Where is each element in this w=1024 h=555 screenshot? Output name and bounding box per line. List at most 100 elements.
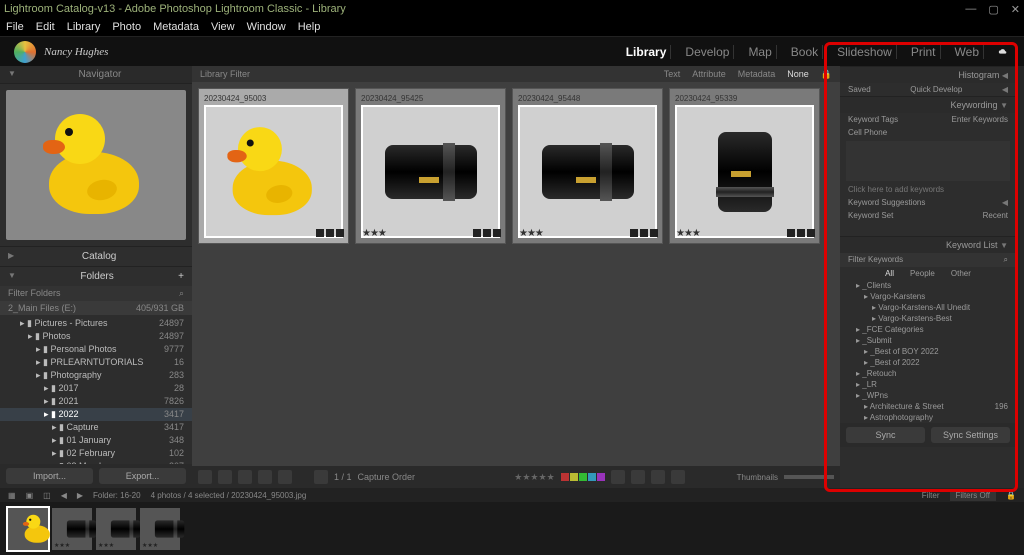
badge-icon[interactable] xyxy=(630,229,638,237)
menu-metadata[interactable]: Metadata xyxy=(153,21,199,33)
filter-none[interactable]: None xyxy=(787,69,809,79)
badge-icon[interactable] xyxy=(640,229,648,237)
keyword-row[interactable]: ▸ _Clients xyxy=(848,280,1008,291)
folder-row[interactable]: ▸ ▮ Pictures - Pictures24897 xyxy=(0,317,192,330)
folder-row[interactable]: ▸ ▮ 201728 xyxy=(0,382,192,395)
right-panel-scrollbar[interactable] xyxy=(1016,66,1024,488)
keyword-row[interactable]: ▸ _Submit xyxy=(848,335,1008,346)
keyword-row[interactable]: ▸ _WPns xyxy=(848,390,1008,401)
lock-icon[interactable]: 🔒 xyxy=(821,69,832,80)
menu-file[interactable]: File xyxy=(6,21,24,33)
forward-icon[interactable]: ▶ xyxy=(77,491,83,500)
minimize-icon[interactable]: — xyxy=(965,3,976,15)
badge-icon[interactable] xyxy=(787,229,795,237)
painter-icon[interactable] xyxy=(314,470,328,484)
keyword-row[interactable]: ▸ Vargo-Karstens-Best xyxy=(848,313,1008,324)
grid-cell[interactable]: 20230424_95425★★★ xyxy=(355,88,506,244)
second-window-icon[interactable]: ◫ xyxy=(43,491,51,500)
module-map[interactable]: Map xyxy=(744,45,776,59)
filters-off-dropdown[interactable]: Filters Off xyxy=(950,490,997,501)
badge-icon[interactable] xyxy=(483,229,491,237)
module-web[interactable]: Web xyxy=(951,45,984,59)
export-button[interactable]: Export... xyxy=(99,468,186,484)
keyword-row[interactable]: ▸ Astrophotography xyxy=(848,412,1008,423)
module-library[interactable]: Library xyxy=(622,45,672,59)
keyword-row[interactable]: ▸ _Best of BOY 2022 xyxy=(848,346,1008,357)
filter-text[interactable]: Text xyxy=(664,69,681,79)
grid-cell[interactable]: 20230424_95003 xyxy=(198,88,349,244)
badge-icon[interactable] xyxy=(326,229,334,237)
keyword-row[interactable]: ▸ Architecture & Street196 xyxy=(848,401,1008,412)
folders-header[interactable]: ▼Folders+ xyxy=(0,266,192,286)
library-filter-bar[interactable]: Library Filter Text Attribute Metadata N… xyxy=(192,66,840,82)
rating-stars[interactable]: ★★★ xyxy=(676,228,700,239)
filmstrip-thumb[interactable]: ★★★ xyxy=(140,508,180,550)
folder-row[interactable]: ▸ ▮ 02 February102 xyxy=(0,447,192,460)
module-book[interactable]: Book xyxy=(787,45,823,59)
menu-help[interactable]: Help xyxy=(298,21,321,33)
menu-photo[interactable]: Photo xyxy=(112,21,141,33)
rotate-ccw-icon[interactable] xyxy=(611,470,625,484)
view-mode-grid-icon[interactable]: ▦ xyxy=(8,491,16,500)
filter-keywords-input[interactable]: Filter Keywords⌕ xyxy=(840,253,1016,267)
filter-attribute[interactable]: Attribute xyxy=(692,69,726,79)
grid-cell[interactable]: 20230424_95339★★★ xyxy=(669,88,820,244)
grid-cell[interactable]: 20230424_95448★★★ xyxy=(512,88,663,244)
menu-library[interactable]: Library xyxy=(67,21,101,33)
module-print[interactable]: Print xyxy=(907,45,941,59)
rating-stars[interactable]: ★★★★★ xyxy=(514,472,554,483)
folder-row[interactable]: ▸ ▮ Photos24897 xyxy=(0,330,192,343)
view-mode-loupe-icon[interactable]: ▣ xyxy=(26,491,34,500)
quick-develop-row[interactable]: SavedQuick Develop◀ xyxy=(840,83,1016,96)
folder-row[interactable]: ▸ ▮ 20223417 xyxy=(0,408,192,421)
enter-keywords-dropdown[interactable]: Enter Keywords xyxy=(952,115,1008,124)
color-labels[interactable] xyxy=(561,473,605,481)
badge-icon[interactable] xyxy=(493,229,501,237)
folder-row[interactable]: ▸ ▮ Personal Photos9777 xyxy=(0,343,192,356)
folder-row[interactable]: ▸ ▮ Capture3417 xyxy=(0,421,192,434)
grid-toolbar[interactable]: 1 / 1 Capture Order ★★★★★ Thumbnails xyxy=(192,466,840,488)
keyword-list-header[interactable]: Keyword List ▼ xyxy=(840,236,1016,253)
keyword-textbox[interactable] xyxy=(846,141,1010,181)
back-icon[interactable]: ◀ xyxy=(61,491,67,500)
folder-row[interactable]: ▸ ▮ Photography283 xyxy=(0,369,192,382)
badge-icon[interactable] xyxy=(336,229,344,237)
filter-lock-icon[interactable]: 🔒 xyxy=(1006,491,1016,500)
sync-button[interactable]: Sync xyxy=(846,427,925,443)
people-view-icon[interactable] xyxy=(278,470,292,484)
kw-tab-other[interactable]: Other xyxy=(951,269,971,278)
prev-icon[interactable] xyxy=(651,470,665,484)
menu-view[interactable]: View xyxy=(211,21,235,33)
navigator-header[interactable]: ▼ Navigator xyxy=(0,66,192,84)
folder-row[interactable]: ▸ ▮ 01 January348 xyxy=(0,434,192,447)
filmstrip[interactable]: ★★★★★★★★★ xyxy=(0,502,1024,555)
badge-icon[interactable] xyxy=(316,229,324,237)
badge-icon[interactable] xyxy=(797,229,805,237)
thumbnail-slider[interactable] xyxy=(784,475,834,479)
import-button[interactable]: Import... xyxy=(6,468,93,484)
keyword-row[interactable]: ▸ _Best of 2022 xyxy=(848,357,1008,368)
keyword-set-dropdown[interactable]: Recent xyxy=(983,211,1008,220)
keyword-row[interactable]: ▸ Vargo-Karstens-All Unedit xyxy=(848,302,1008,313)
rotate-cw-icon[interactable] xyxy=(631,470,645,484)
keyword-row[interactable]: ▸ _FCE Categories xyxy=(848,324,1008,335)
histogram-header[interactable]: Histogram ◀ xyxy=(840,66,1016,83)
folder-row[interactable]: ▸ ▮ PRLEARNTUTORIALS16 xyxy=(0,356,192,369)
navigator-preview[interactable] xyxy=(6,90,186,240)
filter-folders-input[interactable]: Filter Folders⌕ xyxy=(0,286,192,301)
keyword-row[interactable]: ▸ _LR xyxy=(848,379,1008,390)
menu-edit[interactable]: Edit xyxy=(36,21,55,33)
cloud-sync-icon[interactable] xyxy=(994,46,1012,58)
filter-metadata[interactable]: Metadata xyxy=(738,69,776,79)
compare-view-icon[interactable] xyxy=(238,470,252,484)
kw-tab-all[interactable]: All xyxy=(885,269,894,278)
rating-stars[interactable]: ★★★ xyxy=(362,228,386,239)
badge-icon[interactable] xyxy=(473,229,481,237)
loupe-view-icon[interactable] xyxy=(218,470,232,484)
sort-label[interactable]: Capture Order xyxy=(358,472,416,482)
catalog-header[interactable]: ▶Catalog xyxy=(0,246,192,266)
volume-row[interactable]: 2_Main Files (E:)405/931 GB xyxy=(0,301,192,315)
folder-tree[interactable]: ▸ ▮ Pictures - Pictures24897▸ ▮ Photos24… xyxy=(0,315,192,464)
module-develop[interactable]: Develop xyxy=(681,45,734,59)
filmstrip-thumb[interactable] xyxy=(8,508,48,550)
